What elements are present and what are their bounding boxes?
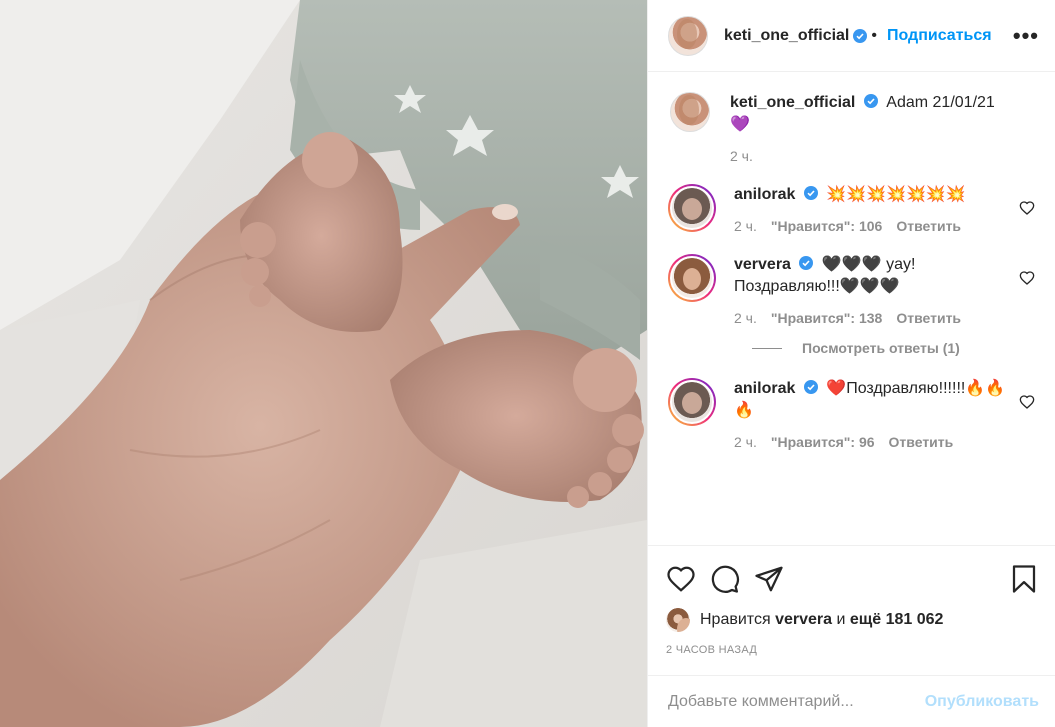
- verified-icon: [803, 186, 818, 200]
- more-options-icon[interactable]: •••: [1013, 24, 1039, 47]
- reply-button[interactable]: Ответить: [889, 434, 954, 450]
- share-icon[interactable]: [754, 564, 784, 594]
- comment-likes[interactable]: "Нравится": 96: [771, 434, 875, 450]
- save-icon[interactable]: [1009, 564, 1039, 594]
- verified-icon: [863, 94, 878, 108]
- post-timestamp[interactable]: 2 ЧАСОВ НАЗАД: [666, 644, 1039, 656]
- comment-time[interactable]: 2 ч.: [734, 434, 757, 450]
- verified-icon: [803, 380, 818, 394]
- follow-button[interactable]: Подписаться: [887, 27, 992, 45]
- avatar-story-ring[interactable]: [668, 184, 716, 232]
- heart-icon[interactable]: [666, 564, 696, 594]
- comment-text: 💥💥💥💥💥💥💥: [826, 186, 966, 203]
- comment-username[interactable]: anilorak: [734, 380, 795, 397]
- post-photo[interactable]: [0, 0, 647, 727]
- likes-conjunction: и: [836, 611, 846, 628]
- like-comment-heart-icon[interactable]: [1019, 270, 1035, 286]
- reply-button[interactable]: Ответить: [896, 218, 961, 234]
- comment-username[interactable]: anilorak: [734, 186, 795, 203]
- comment-time[interactable]: 2 ч.: [734, 218, 757, 234]
- replies-divider: [752, 347, 782, 349]
- avatar-story-ring[interactable]: [668, 254, 716, 302]
- action-icon-row: [666, 562, 1039, 596]
- comment-item: anilorak 💥💥💥💥💥💥💥 2 ч. "Нравится": 106 От…: [668, 184, 1039, 234]
- comment-item: anilorak ❤️Поздравляю!!!!!!🔥🔥🔥 2 ч. "Нра…: [668, 378, 1039, 450]
- likes-user[interactable]: ververa: [775, 611, 832, 629]
- post-panel: keti_one_official • Подписаться ••• keti…: [647, 0, 1055, 727]
- post-header: keti_one_official • Подписаться •••: [648, 0, 1055, 72]
- comments-list[interactable]: keti_one_official Adam 21/01/21💜 2 ч. an…: [648, 72, 1055, 545]
- baby-feet-photo: [0, 0, 647, 727]
- comment-icon[interactable]: [710, 564, 740, 594]
- verified-icon: [799, 256, 814, 270]
- liker-avatar[interactable]: [666, 608, 690, 632]
- view-replies-label: Посмотреть ответы (1): [802, 340, 960, 356]
- likes-summary: Нравится ververa и ещё 181 062: [666, 608, 1039, 632]
- author-avatar[interactable]: [670, 92, 710, 132]
- avatar-story-ring[interactable]: [668, 378, 716, 426]
- verified-icon: [853, 28, 868, 43]
- caption-username[interactable]: keti_one_official: [730, 94, 855, 111]
- view-replies-button[interactable]: Посмотреть ответы (1): [752, 340, 1039, 356]
- reply-button[interactable]: Ответить: [896, 310, 961, 326]
- comment-input[interactable]: [668, 692, 925, 711]
- avatar: [670, 186, 714, 230]
- like-comment-heart-icon[interactable]: [1019, 394, 1035, 410]
- comment-time[interactable]: 2 ч.: [734, 310, 757, 326]
- post-actions: Нравится ververa и ещё 181 062 2 ЧАСОВ Н…: [648, 545, 1055, 656]
- caption: keti_one_official Adam 21/01/21💜 2 ч.: [668, 92, 1039, 164]
- avatar: [670, 256, 714, 300]
- author-avatar[interactable]: [668, 15, 708, 56]
- publish-button[interactable]: Опубликовать: [925, 693, 1039, 711]
- separator-dot: •: [871, 26, 877, 44]
- add-comment-bar: Опубликовать: [648, 675, 1055, 727]
- author-username[interactable]: keti_one_official: [724, 27, 849, 45]
- likes-prefix: Нравится: [700, 611, 771, 628]
- like-comment-heart-icon[interactable]: [1019, 200, 1035, 216]
- avatar: [670, 380, 714, 424]
- comment-item: ververa 🖤🖤🖤 yay! Поздравляю!!!🖤🖤🖤 2 ч. "…: [668, 254, 1039, 326]
- comment-likes[interactable]: "Нравится": 106: [771, 218, 882, 234]
- likes-count[interactable]: ещё 181 062: [850, 611, 944, 629]
- caption-time[interactable]: 2 ч.: [730, 148, 753, 164]
- comment-likes[interactable]: "Нравится": 138: [771, 310, 882, 326]
- comment-username[interactable]: ververa: [734, 256, 791, 273]
